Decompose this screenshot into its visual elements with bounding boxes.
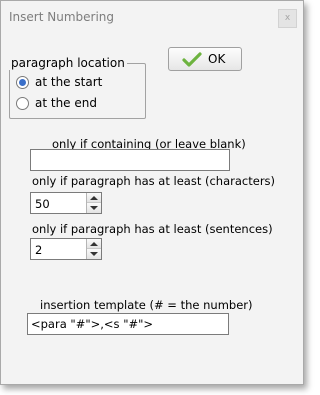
min-characters-spinner[interactable]: 50: [30, 192, 102, 214]
min-characters-up-arrow-icon[interactable]: [87, 193, 101, 203]
min-sentences-label: only if paragraph has at least (sentence…: [32, 222, 273, 236]
containing-input[interactable]: [30, 149, 230, 171]
window-title: Insert Numbering: [9, 10, 114, 24]
title-bar[interactable]: Insert Numbering x: [1, 1, 303, 31]
min-sentences-value[interactable]: 2: [35, 243, 42, 257]
min-sentences-spin-buttons: [86, 239, 101, 259]
min-sentences-down-arrow-icon[interactable]: [87, 249, 101, 259]
min-characters-down-arrow-icon[interactable]: [87, 203, 101, 213]
min-characters-label: only if paragraph has at least (characte…: [32, 174, 276, 188]
min-sentences-up-arrow-icon[interactable]: [87, 239, 101, 249]
radio-at-start-dot[interactable]: [16, 76, 29, 89]
ok-button[interactable]: OK: [168, 47, 242, 71]
min-sentences-spinner[interactable]: 2: [30, 238, 102, 260]
insertion-template-label: insertion template (# = the number): [40, 298, 253, 312]
min-characters-value[interactable]: 50: [35, 197, 50, 211]
checkmark-icon: [182, 52, 202, 71]
radio-at-end-dot[interactable]: [16, 97, 29, 110]
paragraph-location-legend: paragraph location: [9, 56, 127, 70]
ok-button-label: OK: [208, 52, 226, 66]
radio-at-start-label[interactable]: at the start: [35, 75, 102, 89]
min-characters-spin-buttons: [86, 193, 101, 213]
insert-numbering-dialog: Insert Numbering x paragraph location at…: [0, 0, 304, 385]
paragraph-location-group: [9, 63, 146, 119]
close-button[interactable]: x: [278, 9, 297, 28]
insertion-template-input[interactable]: <para "#">,<s "#">: [27, 313, 229, 335]
radio-at-end-label[interactable]: at the end: [35, 96, 97, 110]
